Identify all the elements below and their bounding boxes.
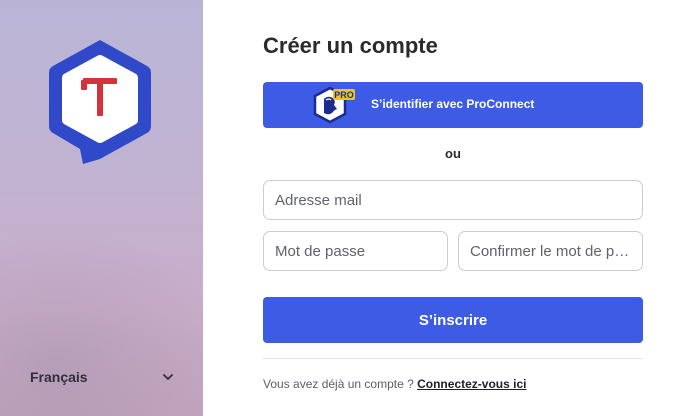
language-label: Français bbox=[30, 369, 88, 385]
email-field[interactable] bbox=[263, 180, 643, 220]
proconnect-label: S’identifier avec ProConnect bbox=[371, 97, 535, 111]
confirm-password-field[interactable] bbox=[458, 231, 643, 271]
app-logo: T bbox=[49, 40, 151, 164]
proconnect-button[interactable]: PRO S’identifier avec ProConnect bbox=[263, 82, 643, 128]
proconnect-marianne-icon: PRO bbox=[313, 86, 355, 124]
separator-text: ou bbox=[445, 146, 461, 161]
login-link[interactable]: Connectez-vous ici bbox=[417, 377, 526, 391]
signup-button[interactable]: S’inscrire bbox=[263, 297, 643, 343]
chevron-down-icon bbox=[163, 374, 173, 380]
page-title: Créer un compte bbox=[263, 33, 438, 58]
login-prompt-text: Vous avez déjà un compte ? bbox=[263, 377, 418, 391]
language-selector[interactable]: Français bbox=[30, 365, 175, 389]
password-field[interactable] bbox=[263, 231, 448, 271]
pro-badge: PRO bbox=[334, 90, 354, 100]
sidebar: T Français bbox=[0, 0, 203, 416]
login-prompt: Vous avez déjà un compte ? Connectez-vou… bbox=[263, 377, 526, 391]
divider bbox=[263, 358, 643, 359]
